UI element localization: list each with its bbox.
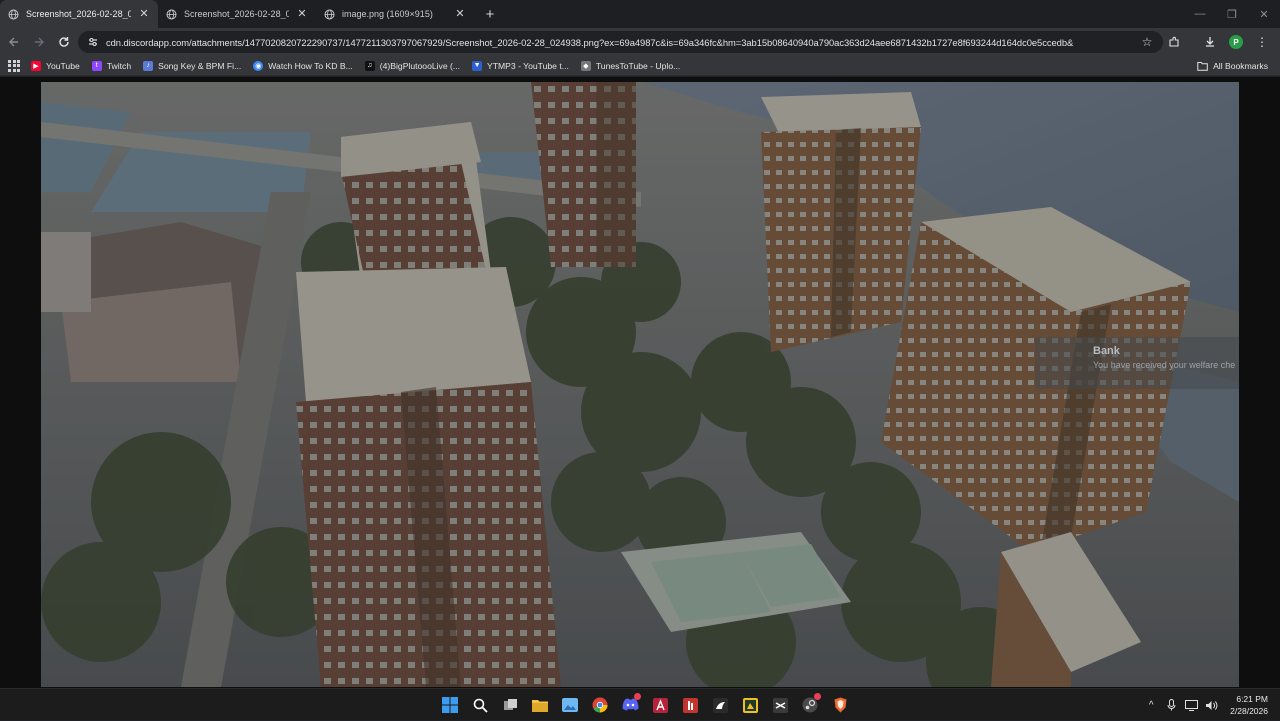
tab-title: Screenshot_2026-02-28_02493 [26, 9, 131, 19]
address-bar[interactable]: cdn.discordapp.com/attachments/147702082… [78, 31, 1163, 53]
url-text[interactable]: cdn.discordapp.com/attachments/147702082… [106, 37, 1137, 48]
apps-grid-icon[interactable] [7, 59, 21, 73]
site-info-icon[interactable] [86, 35, 100, 49]
volume-icon[interactable] [1202, 696, 1220, 714]
windows-start-icon[interactable] [438, 693, 462, 717]
bookmark-label: (4)BigPlutoooLive (... [379, 60, 461, 71]
bookmark-tiktok[interactable]: ♫ (4)BigPlutoooLive (... [364, 60, 461, 71]
bookmark-label: YouTube [46, 60, 80, 71]
notification-badge [634, 693, 641, 700]
bookmark-song-key[interactable]: ♪ Song Key & BPM Fi... [143, 60, 242, 71]
chrome-icon[interactable] [588, 693, 612, 717]
tiktok-icon: ♫ [364, 60, 375, 71]
youtube-icon: ▶ [31, 60, 41, 71]
back-button[interactable] [2, 30, 26, 54]
fl-app-icon[interactable] [678, 693, 702, 717]
bookmark-twitch[interactable]: t Twitch [91, 60, 132, 71]
steam-app-icon[interactable] [798, 693, 822, 717]
bookmark-tunestotube[interactable]: ◆ TunesToTube - Uplo... [580, 60, 681, 71]
system-tray: ^ 6:21 PM 2/28/2026 [1142, 689, 1280, 721]
display-icon[interactable] [1182, 696, 1200, 714]
chevron-up-icon[interactable]: ^ [1142, 696, 1160, 714]
tab-screenshot-02485[interactable]: Screenshot_2026-02-28_02485 ✕ [158, 0, 316, 28]
bookmark-label: Song Key & BPM Fi... [158, 60, 242, 71]
tab-close-icon[interactable]: ✕ [296, 8, 308, 20]
folder-icon [1197, 62, 1208, 71]
bank-notification: Bank You have received your welfare che [1035, 337, 1239, 389]
screenshot-image[interactable]: Bank You have received your welfare che [41, 82, 1239, 687]
twitch-icon: t [91, 60, 102, 71]
bookmarks-bar: ▶ YouTube t Twitch ♪ Song Key & BPM Fi..… [0, 56, 1280, 76]
globe-icon [324, 9, 335, 20]
profile-avatar[interactable]: P [1224, 30, 1248, 54]
tab-title: image.png (1609×915) [342, 9, 433, 19]
clock-time: 6:21 PM [1236, 694, 1268, 704]
capcut-icon[interactable] [768, 693, 792, 717]
system-clock[interactable]: 6:21 PM 2/28/2026 [1230, 693, 1268, 717]
music-note-icon: ♪ [143, 60, 154, 71]
edge-icon: ◉ [253, 60, 264, 71]
tunestotube-icon: ◆ [580, 60, 591, 71]
browser-toolbar: cdn.discordapp.com/attachments/147702082… [0, 28, 1280, 56]
taskbar-apps [438, 693, 852, 717]
forward-button[interactable] [27, 30, 51, 54]
notification-body: You have received your welfare che [1093, 360, 1236, 370]
notification-badge [814, 693, 821, 700]
tab-title: Screenshot_2026-02-28_02485 [184, 9, 289, 19]
reload-button[interactable] [52, 30, 76, 54]
bookmark-ytmp3[interactable]: ▼ YTMP3 - YouTube t... [472, 60, 569, 71]
bookmark-label: Twitch [106, 60, 132, 71]
more-menu-icon[interactable]: ⋮ [1250, 30, 1274, 54]
download-icon[interactable] [1198, 30, 1222, 54]
tab-close-icon[interactable]: ✕ [454, 8, 466, 20]
bookmark-youtube[interactable]: ▶ YouTube [31, 60, 80, 71]
brave-icon[interactable] [828, 693, 852, 717]
bookmark-label: TunesToTube - Uplo... [595, 60, 681, 71]
close-window-button[interactable]: ✕ [1248, 0, 1280, 28]
restore-button[interactable]: ❐ [1216, 0, 1248, 28]
ytmp3-icon: ▼ [472, 60, 483, 71]
all-bookmarks-button[interactable]: All Bookmarks [1197, 56, 1268, 76]
task-view-icon[interactable] [498, 693, 522, 717]
arrow-right-icon [35, 37, 44, 47]
extensions-icon[interactable] [1162, 30, 1186, 54]
globe-icon [166, 9, 177, 20]
photos-icon[interactable] [558, 693, 582, 717]
file-explorer-icon[interactable] [528, 693, 552, 717]
globe-icon [8, 9, 19, 20]
tab-image-png[interactable]: image.png (1609×915) ✕ [316, 0, 474, 28]
tab-screenshot-024938[interactable]: Screenshot_2026-02-28_02493 ✕ [0, 0, 158, 28]
tab-strip: Screenshot_2026-02-28_02493 ✕ Screenshot… [0, 0, 1280, 28]
reload-icon [59, 37, 69, 47]
microphone-icon[interactable] [1162, 696, 1180, 714]
minimize-button[interactable]: — [1184, 0, 1216, 28]
window-controls: — ❐ ✕ [1184, 0, 1280, 28]
all-bookmarks-label: All Bookmarks [1213, 61, 1268, 71]
clock-date: 2/28/2026 [1230, 706, 1268, 716]
bookmark-label: Watch How To KD B... [268, 60, 353, 71]
adobe-app-icon[interactable] [648, 693, 672, 717]
profile-initial: P [1229, 35, 1243, 49]
arrow-left-icon [9, 37, 18, 47]
notification-title: Bank [1093, 345, 1120, 357]
discord-icon[interactable] [618, 693, 642, 717]
page-content: Bank You have received your welfare che [0, 77, 1280, 688]
game-app-icon[interactable] [738, 693, 762, 717]
search-icon[interactable] [468, 693, 492, 717]
windows-taskbar: ^ 6:21 PM 2/28/2026 [0, 688, 1280, 720]
toolbar-actions: P ⋮ [1162, 30, 1274, 54]
bookmark-label: YTMP3 - YouTube t... [487, 60, 569, 71]
tab-close-icon[interactable]: ✕ [138, 8, 150, 20]
bookmark-watch-kd[interactable]: ◉ Watch How To KD B... [253, 60, 353, 71]
new-tab-button[interactable]: + [478, 0, 502, 28]
editor-app-icon[interactable] [708, 693, 732, 717]
bookmark-star-icon[interactable]: ☆ [1137, 32, 1157, 52]
